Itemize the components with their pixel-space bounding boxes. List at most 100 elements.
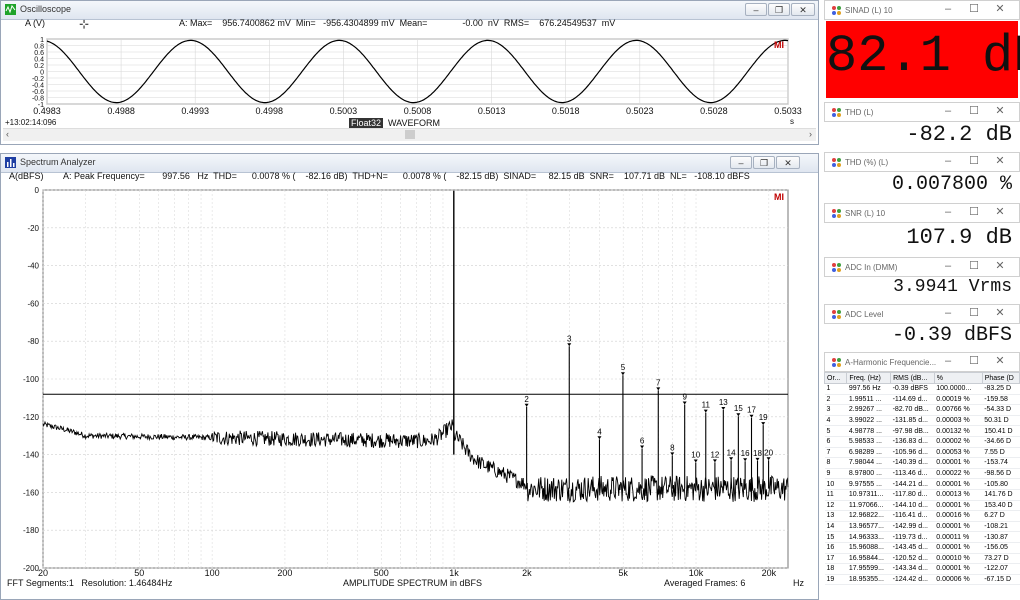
minimize-icon[interactable]: – <box>935 105 961 117</box>
harmonic-row[interactable]: 4 3.99022 ... -131.85 d... 0.00003 % 50.31 D <box>824 415 1020 427</box>
harmonic-row[interactable]: 8 7.98044 ... -140.39 d... 0.00001 % -153.74 <box>824 457 1020 469</box>
harmonic-cell: 16 <box>824 542 847 554</box>
format-badge[interactable]: Float32 <box>349 118 384 128</box>
maximize-icon[interactable]: ☐ <box>961 306 987 319</box>
maximize-icon[interactable]: ☐ <box>961 2 987 15</box>
harmonic-cell: 0.00003 % <box>934 415 983 427</box>
harmonic-row[interactable]: 7 6.98289 ... -105.96 d... 0.00053 % 7.55 D <box>824 447 1020 459</box>
harmonic-row[interactable]: 9 8.97800 ... -113.46 d... 0.00022 % -98.56 … <box>824 468 1020 480</box>
harmonic-row[interactable]: 14 13.96577... -142.99 d... 0.00001 % -108.2… <box>824 521 1020 533</box>
oscilloscope-x-tick: 0.5013 <box>478 106 506 116</box>
close-icon[interactable]: ✕ <box>987 154 1013 167</box>
harmonic-cell: 6 <box>824 436 847 448</box>
oscilloscope-x-tick: 0.4983 <box>33 106 61 116</box>
harmonic-cell: -153.74 <box>982 457 1020 469</box>
spectrum-y-tick: -60 <box>27 299 39 308</box>
harmonic-table-titlebar[interactable]: A-Harmonic Frequencie... – ☐ ✕ <box>824 352 1020 372</box>
minimize-icon[interactable]: – <box>935 307 961 319</box>
harmonic-row[interactable]: 15 14.96333... -119.73 d... 0.00011 % -130.8… <box>824 531 1020 543</box>
harmonic-label-17: 17 <box>747 406 756 415</box>
minimize-icon[interactable]: – <box>935 260 961 272</box>
meter-icon <box>832 310 841 319</box>
harmonic-cell: 0.00132 % <box>934 425 983 437</box>
harmonic-cell: 10.97311... <box>846 489 891 501</box>
minimize-icon[interactable]: – <box>935 206 961 218</box>
harmonic-column-header[interactable]: RMS (dB... <box>890 372 935 384</box>
harmonic-row[interactable]: 16 15.96088... -143.45 d... 0.00001 % -156.0… <box>824 542 1020 554</box>
spectrum-y-tick: -140 <box>23 451 40 460</box>
close-icon[interactable]: ✕ <box>987 104 1013 117</box>
oscilloscope-x-tick: 0.5018 <box>552 106 580 116</box>
sinad-titlebar[interactable]: SINAD (L) 10 – ☐ ✕ <box>824 0 1020 20</box>
spectrum-plot[interactable]: 0-20-40-60-80-100-120-140-160-180-20020 5… <box>1 154 819 600</box>
spectrum-x-tick: 2k <box>522 568 532 578</box>
snr-titlebar[interactable]: SNR (L) 10 – ☐ ✕ <box>824 203 1020 223</box>
harmonic-row[interactable]: 13 12.96822... -116.41 d... 0.00016 % 6.27 D <box>824 510 1020 522</box>
harmonic-row[interactable]: 17 16.95844... -120.52 d... 0.00010 % 73.27 … <box>824 553 1020 565</box>
harmonic-row[interactable]: 1 997.56 Hz -0.39 dBFS 100.0000... -83.25 D <box>824 383 1020 395</box>
harmonic-cell: 5 <box>824 425 847 437</box>
harmonic-row[interactable]: 11 10.97311... -117.80 d... 0.00013 % 141.76… <box>824 489 1020 501</box>
harmonic-cell: -82.70 dB... <box>890 404 935 416</box>
harmonic-cell: 0.00002 % <box>934 436 983 448</box>
close-icon[interactable]: ✕ <box>987 205 1013 218</box>
adc-in-titlebar[interactable]: ADC In (DMM) – ☐ ✕ <box>824 257 1020 277</box>
harmonic-column-header[interactable]: Phase (D <box>981 372 1020 384</box>
harmonic-row[interactable]: 19 18.95355... -124.42 d... 0.00006 % -67.15… <box>824 574 1020 586</box>
harmonic-cell: 0.00019 % <box>934 394 983 406</box>
harmonic-cell: 14.96333... <box>846 531 891 543</box>
close-icon[interactable]: ✕ <box>987 2 1013 15</box>
harmonic-cell: -105.80 <box>982 478 1020 490</box>
harmonic-row[interactable]: 12 11.97066... -144.10 d... 0.00001 % 153.40… <box>824 500 1020 512</box>
thd-titlebar[interactable]: THD (L) – ☐ ✕ <box>824 102 1020 122</box>
harmonic-row[interactable]: 18 17.95599... -143.34 d... 0.00001 % -122.0… <box>824 563 1020 575</box>
harmonic-row[interactable]: 10 9.97555 ... -144.21 d... 0.00001 % -105.8… <box>824 478 1020 490</box>
scrollbar-thumb[interactable] <box>405 130 415 139</box>
thd-value: -82.2 dB <box>906 122 1012 147</box>
maximize-icon[interactable]: ☐ <box>961 104 987 117</box>
harmonic-cell: 0.00001 % <box>934 563 983 575</box>
harmonic-table[interactable]: Or... Freq. (Hz) RMS (dB...% Phase (D 1 997.… <box>824 372 1020 586</box>
fft-info: FFT Segments:1 Resolution: 1.46484Hz <box>7 578 173 588</box>
horizontal-scrollbar[interactable]: ‹ › <box>3 128 816 141</box>
adc-level-value: -0.39 dBFS <box>891 324 1012 347</box>
thd-percent-title: THD (%) (L) <box>845 158 889 167</box>
harmonic-column-header[interactable]: Freq. (Hz) <box>846 372 892 384</box>
maximize-icon[interactable]: ☐ <box>961 154 987 167</box>
harmonic-label-6: 6 <box>640 437 645 446</box>
harmonic-row[interactable]: 6 5.98533 ... -136.83 d... 0.00002 % -34.66 … <box>824 436 1020 448</box>
harmonic-row[interactable]: 3 2.99267 ... -82.70 dB... 0.00766 % -54.33 … <box>824 404 1020 416</box>
close-icon[interactable]: ✕ <box>987 259 1013 272</box>
minimize-icon[interactable]: – <box>935 355 961 367</box>
close-icon[interactable]: ✕ <box>987 306 1013 319</box>
harmonic-label-12: 12 <box>710 450 719 459</box>
sinad-meter: SINAD (L) 10 –☐✕ 82.1 dB <box>824 0 1020 98</box>
adc-level-titlebar[interactable]: ADC Level – ☐ ✕ <box>824 304 1020 324</box>
sinad-value: 82.1 dB <box>826 27 1020 86</box>
oscilloscope-x-tick: 0.4988 <box>107 106 135 116</box>
harmonic-cell: 17.95599... <box>846 563 891 575</box>
harmonic-label-19: 19 <box>759 413 768 422</box>
maximize-icon[interactable]: ☐ <box>961 259 987 272</box>
harmonic-cell: -98.56 D <box>982 468 1020 480</box>
harmonic-cell: 9.97555 ... <box>846 478 891 490</box>
scroll-left-icon[interactable]: ‹ <box>6 129 9 139</box>
harmonic-row[interactable]: 2 1.99511 ... -114.69 d... 0.00019 % -159.58 <box>824 394 1020 406</box>
minimize-icon[interactable]: – <box>935 155 961 167</box>
thd-title: THD (L) <box>845 108 874 117</box>
maximize-icon[interactable]: ☐ <box>961 354 987 367</box>
harmonic-cell: 0.00013 % <box>934 489 983 501</box>
harmonic-column-header[interactable]: % <box>933 372 983 384</box>
harmonic-row[interactable]: 5 4.98778 ... -97.98 dB... 0.00132 % 150.41 … <box>824 425 1020 437</box>
maximize-icon[interactable]: ☐ <box>961 205 987 218</box>
harmonic-column-header[interactable]: Or... <box>824 372 848 384</box>
harmonic-cell: -0.39 dBFS <box>890 383 935 395</box>
close-icon[interactable]: ✕ <box>987 354 1013 367</box>
thd-percent-titlebar[interactable]: THD (%) (L) – ☐ ✕ <box>824 152 1020 172</box>
harmonic-cell: 997.56 Hz <box>846 383 891 395</box>
harmonic-label-4: 4 <box>597 427 602 436</box>
harmonic-cell: 12 <box>824 500 847 512</box>
minimize-icon[interactable]: – <box>935 3 961 15</box>
harmonic-cell: -83.25 D <box>982 383 1020 395</box>
scroll-right-icon[interactable]: › <box>809 129 812 139</box>
